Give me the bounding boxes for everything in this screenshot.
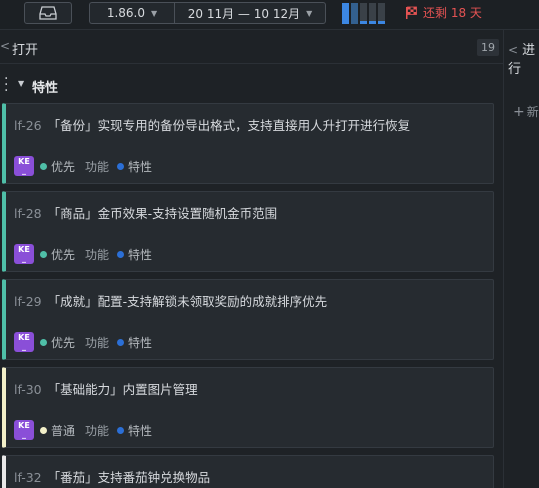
priority-label: 优先 [51, 159, 76, 174]
priority-label: 优先 [51, 247, 76, 262]
group-header[interactable]: · · · ▼ 特性 [0, 72, 300, 98]
avatar[interactable]: KE _ [14, 244, 34, 264]
avatar-initials: KE [18, 245, 30, 254]
deadline-indicator: 还剩 18 天 [405, 4, 482, 21]
issue-card[interactable]: lf-28 「商品」金币效果-支持设置随机金币范围 KE _ 优先 功能 特性 [2, 191, 494, 272]
issue-title: 「基础能力」内置图片管理 [47, 382, 198, 397]
avatar[interactable]: KE _ [14, 332, 34, 352]
avatar-underline: _ [22, 254, 26, 263]
progress-segment [360, 3, 367, 24]
avatar-initials: KE [18, 421, 30, 430]
priority-badge[interactable]: 优先 [40, 246, 75, 263]
tag-dot [117, 250, 125, 258]
card-meta: KE _ 优先 功能 特性 [14, 331, 152, 353]
sprint-progress-bar [342, 3, 397, 24]
inbox-button[interactable] [24, 2, 72, 24]
column-header-in-progress[interactable]: < 进行 [508, 39, 539, 77]
tag-label: 特性 [128, 335, 153, 350]
priority-dot [40, 162, 47, 170]
priority-dot [40, 250, 47, 258]
priority-badge[interactable]: 普通 [40, 422, 75, 439]
version-select[interactable]: 1.86.0 ▼ [89, 2, 174, 24]
avatar-underline: _ [22, 430, 26, 439]
card-meta: KE _ 优先 功能 特性 [14, 155, 152, 177]
issue-card[interactable]: lf-29 「成就」配置-支持解锁未领取奖励的成就排序优先 KE _ 优先 功能 特… [2, 279, 494, 360]
issue-type[interactable]: 功能 [85, 334, 109, 351]
tag-badge[interactable]: 特性 [117, 158, 152, 175]
inbox-icon [39, 6, 57, 20]
tag-dot [117, 162, 125, 170]
avatar[interactable]: KE _ [14, 420, 34, 440]
issue-id: lf-30 [14, 382, 42, 397]
group-title: 特性 [32, 81, 59, 96]
flag-icon [406, 6, 417, 19]
priority-badge[interactable]: 优先 [40, 158, 75, 175]
date-range-value: 20 11月 — 10 12月 [187, 6, 301, 21]
issue-card[interactable]: lf-32 「番茄」支持番茄钟兑换物品 [2, 455, 494, 488]
card-title[interactable]: lf-30 「基础能力」内置图片管理 [14, 379, 198, 398]
chevron-left-icon[interactable]: < [0, 39, 10, 53]
priority-label: 普通 [51, 423, 76, 438]
avatar-underline: _ [22, 342, 26, 351]
issue-card[interactable]: lf-30 「基础能力」内置图片管理 KE _ 普通 功能 特性 [2, 367, 494, 448]
avatar-underline: _ [22, 166, 26, 175]
issue-title: 「番茄」支持番茄钟兑换物品 [47, 470, 211, 485]
priority-label: 优先 [51, 335, 76, 350]
progress-segment [378, 3, 385, 24]
tag-dot [117, 426, 125, 434]
card-title[interactable]: lf-26 「备份」实现专用的备份导出格式，支持直接用人升打开进行恢复 [14, 115, 410, 134]
issue-title: 「备份」实现专用的备份导出格式，支持直接用人升打开进行恢复 [47, 118, 411, 133]
drag-handle-icon[interactable]: · · · [4, 72, 8, 98]
column-divider [503, 30, 504, 488]
tag-label: 特性 [128, 423, 153, 438]
add-new-label: 新 [526, 105, 539, 119]
chevron-down-icon: ▼ [306, 8, 313, 18]
tag-label: 特性 [128, 159, 153, 174]
chevron-down-icon: ▼ [151, 8, 158, 18]
tag-badge[interactable]: 特性 [117, 246, 152, 263]
issue-id: lf-28 [14, 206, 42, 221]
card-title[interactable]: lf-28 「商品」金币效果-支持设置随机金币范围 [14, 203, 277, 222]
column-title: 打开 [12, 43, 39, 58]
progress-segment [342, 3, 349, 24]
collapse-triangle-icon[interactable]: ▼ [18, 79, 24, 88]
date-range-select[interactable]: 20 11月 — 10 12月 ▼ [174, 2, 326, 24]
priority-dot [40, 338, 47, 346]
tag-dot [117, 338, 125, 346]
chevron-left-icon[interactable]: < [508, 43, 518, 57]
avatar-initials: KE [18, 333, 30, 342]
issue-type[interactable]: 功能 [85, 422, 109, 439]
card-title[interactable]: lf-29 「成就」配置-支持解锁未领取奖励的成就排序优先 [14, 291, 327, 310]
progress-segment [369, 3, 376, 24]
avatar-initials: KE [18, 157, 30, 166]
column-count-badge: 19 [477, 39, 499, 56]
priority-badge[interactable]: 优先 [40, 334, 75, 351]
deadline-text: 还剩 18 天 [423, 6, 482, 20]
column-header-open[interactable]: < 打开 19 [0, 30, 504, 64]
plus-icon: + [513, 104, 525, 120]
tag-label: 特性 [128, 247, 153, 262]
issue-type[interactable]: 功能 [85, 158, 109, 175]
issue-id: lf-32 [14, 470, 42, 485]
top-toolbar: 1.86.0 ▼ 20 11月 — 10 12月 ▼ 还剩 18 天 [0, 0, 539, 30]
progress-segment [351, 3, 358, 24]
card-title[interactable]: lf-32 「番茄」支持番茄钟兑换物品 [14, 467, 210, 486]
issue-title: 「成就」配置-支持解锁未领取奖励的成就排序优先 [47, 294, 328, 309]
avatar[interactable]: KE _ [14, 156, 34, 176]
issue-card[interactable]: lf-26 「备份」实现专用的备份导出格式，支持直接用人升打开进行恢复 KE _ 优… [2, 103, 494, 184]
tag-badge[interactable]: 特性 [117, 422, 152, 439]
issue-id: lf-26 [14, 118, 42, 133]
card-meta: KE _ 优先 功能 特性 [14, 243, 152, 265]
issue-id: lf-29 [14, 294, 42, 309]
tag-badge[interactable]: 特性 [117, 334, 152, 351]
priority-dot [40, 426, 47, 434]
card-meta: KE _ 普通 功能 特性 [14, 419, 152, 441]
add-new-button[interactable]: + 新 [513, 103, 539, 120]
issue-type[interactable]: 功能 [85, 246, 109, 263]
version-value: 1.86.0 [106, 6, 145, 20]
issue-title: 「商品」金币效果-支持设置随机金币范围 [47, 206, 278, 221]
